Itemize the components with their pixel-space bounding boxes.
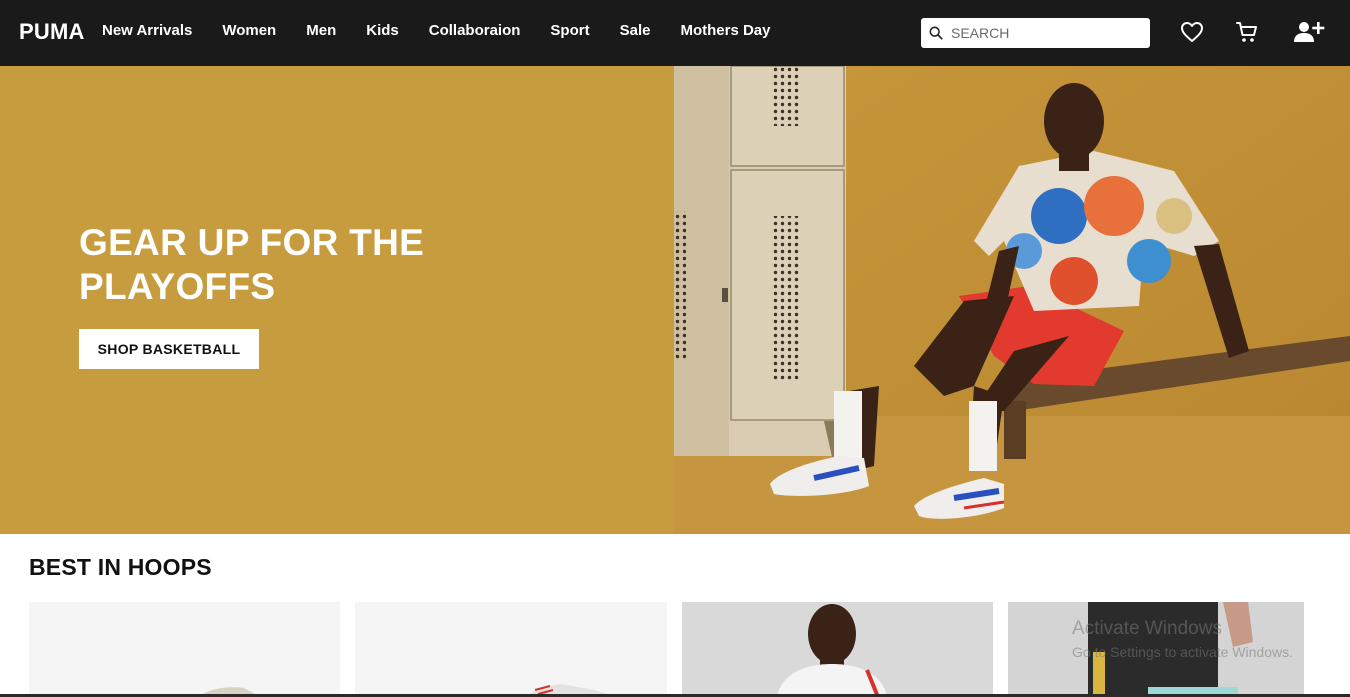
nav-new-arrivals[interactable]: New Arrivals [102,22,192,39]
hero-image [674,66,1350,534]
cart-icon [1236,22,1257,42]
hero-text-panel: GEAR UP FOR THE PLAYOFFS SHOP BASKETBALL [0,66,674,534]
nav-sale[interactable]: Sale [620,22,651,39]
nav-sport[interactable]: Sport [550,22,589,39]
product-image [525,684,615,697]
shop-basketball-button[interactable]: SHOP BASKETBALL [79,329,259,369]
nav-collaboration[interactable]: Collaboraion [429,22,521,39]
product-image [199,687,261,697]
windows-activation-watermark: Activate Windows Go to Settings to activ… [1072,618,1293,660]
cart-button[interactable] [1233,18,1261,46]
section-title: BEST IN HOOPS [29,554,212,580]
heart-icon [1181,22,1203,42]
hero-title: GEAR UP FOR THE PLAYOFFS [79,222,425,307]
product-card[interactable] [682,602,993,697]
main-nav: New Arrivals Women Men Kids Collaboraion… [102,22,800,39]
watermark-title: Activate Windows [1072,618,1222,639]
top-navigation-bar: PUMA New Arrivals Women Men Kids Collabo… [0,0,1350,66]
search-box[interactable] [921,18,1150,48]
watermark-subtitle: Go to Settings to activate Windows. [1072,644,1293,660]
basketball-player-photo [674,66,1350,534]
nav-men[interactable]: Men [306,22,336,39]
nav-mothers-day[interactable]: Mothers Day [680,22,770,39]
nav-women[interactable]: Women [222,22,276,39]
user-add-icon [1294,22,1325,42]
hero-banner: GEAR UP FOR THE PLAYOFFS SHOP BASKETBALL [0,66,1350,534]
nav-kids[interactable]: Kids [366,22,399,39]
wishlist-button[interactable] [1178,18,1206,46]
product-image [777,604,887,697]
product-card[interactable] [29,602,340,697]
search-input[interactable] [951,25,1141,41]
search-icon [929,26,943,40]
account-button[interactable] [1292,18,1326,46]
puma-logo[interactable]: PUMA [19,19,85,45]
product-card[interactable] [355,602,667,697]
